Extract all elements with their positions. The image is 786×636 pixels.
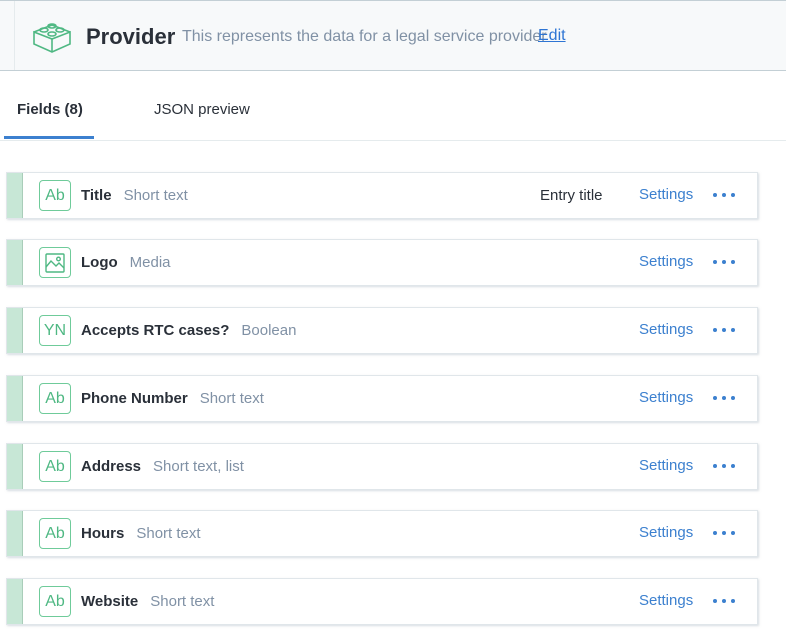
- field-icon-glyph: Ab: [45, 524, 65, 542]
- field-name-label: Phone Number: [81, 390, 188, 407]
- field-icon-glyph: Ab: [45, 592, 65, 610]
- text-field-icon: Ab: [39, 383, 71, 414]
- field-icon-glyph: Ab: [45, 186, 65, 204]
- boolean-field-icon: YN: [39, 315, 71, 346]
- field-name-label: Address: [81, 458, 142, 475]
- more-options-icon[interactable]: [713, 591, 735, 611]
- tab-bar: Fields (8) JSON preview: [0, 72, 786, 141]
- header-divider: [14, 1, 15, 70]
- entry-title-badge: Entry title: [540, 187, 603, 204]
- tab-json-preview[interactable]: JSON preview: [154, 101, 250, 118]
- page-description: This represents the data for a legal ser…: [182, 28, 547, 45]
- text-field-icon: Ab: [39, 586, 71, 617]
- field-type-label: Short text: [150, 593, 215, 610]
- more-options-icon[interactable]: [713, 320, 735, 340]
- field-name: Website Short text: [81, 593, 214, 610]
- field-type-label: Boolean: [241, 322, 297, 339]
- field-settings-link[interactable]: Settings: [639, 457, 693, 474]
- field-type-label: Short text, list: [153, 458, 244, 475]
- field-row[interactable]: YN Accepts RTC cases? Boolean Settings: [6, 307, 758, 354]
- field-name: Phone Number Short text: [81, 390, 264, 407]
- field-name-label: Accepts RTC cases?: [81, 322, 230, 339]
- field-settings-link[interactable]: Settings: [639, 389, 693, 406]
- page-title: Provider: [86, 24, 176, 49]
- media-field-icon: [39, 247, 71, 278]
- field-settings-link[interactable]: Settings: [639, 321, 693, 338]
- field-settings-link[interactable]: Settings: [639, 524, 693, 541]
- field-row[interactable]: Ab Website Short text Settings: [6, 578, 758, 625]
- field-icon-glyph: Ab: [45, 457, 65, 475]
- field-icon-glyph: Ab: [45, 389, 65, 407]
- content-type-header: Provider This represents the data for a …: [0, 0, 786, 71]
- edit-description-link[interactable]: Edit: [538, 27, 566, 45]
- field-row[interactable]: Ab Address Short text, list Settings: [6, 443, 758, 490]
- content-type-block-icon: [33, 23, 71, 53]
- field-row[interactable]: Logo Media Settings: [6, 239, 758, 286]
- more-options-icon[interactable]: [713, 252, 735, 272]
- drag-handle[interactable]: [7, 444, 23, 489]
- field-name-label: Website: [81, 593, 139, 610]
- field-name: Title Short text: [81, 187, 188, 204]
- field-name: Logo Media: [81, 254, 171, 271]
- drag-handle[interactable]: [7, 376, 23, 421]
- field-type-label: Short text: [136, 525, 201, 542]
- field-settings-link[interactable]: Settings: [639, 186, 693, 203]
- field-row[interactable]: Ab Phone Number Short text Settings: [6, 375, 758, 422]
- drag-handle[interactable]: [7, 173, 23, 218]
- more-options-icon[interactable]: [713, 523, 735, 543]
- more-options-icon[interactable]: [713, 456, 735, 476]
- field-name: Accepts RTC cases? Boolean: [81, 322, 296, 339]
- drag-handle[interactable]: [7, 240, 23, 285]
- tab-fields[interactable]: Fields (8): [17, 101, 83, 118]
- more-options-icon[interactable]: [713, 388, 735, 408]
- field-name: Address Short text, list: [81, 458, 244, 475]
- field-settings-link[interactable]: Settings: [639, 592, 693, 609]
- field-name-label: Title: [81, 187, 112, 204]
- field-type-label: Short text: [123, 187, 188, 204]
- field-name-label: Logo: [81, 254, 118, 271]
- field-type-label: Short text: [199, 390, 264, 407]
- drag-handle[interactable]: [7, 308, 23, 353]
- field-icon-glyph: YN: [43, 321, 67, 339]
- field-row[interactable]: Ab Hours Short text Settings: [6, 510, 758, 557]
- field-row[interactable]: Ab Title Short text Entry title Settings: [6, 172, 758, 219]
- drag-handle[interactable]: [7, 579, 23, 624]
- text-field-icon: Ab: [39, 451, 71, 482]
- text-field-icon: Ab: [39, 180, 71, 211]
- field-settings-link[interactable]: Settings: [639, 253, 693, 270]
- field-name-label: Hours: [81, 525, 125, 542]
- drag-handle[interactable]: [7, 511, 23, 556]
- more-options-icon[interactable]: [713, 185, 735, 205]
- field-name: Hours Short text: [81, 525, 201, 542]
- text-field-icon: Ab: [39, 518, 71, 549]
- active-tab-indicator: [4, 136, 94, 139]
- field-type-label: Media: [129, 254, 171, 271]
